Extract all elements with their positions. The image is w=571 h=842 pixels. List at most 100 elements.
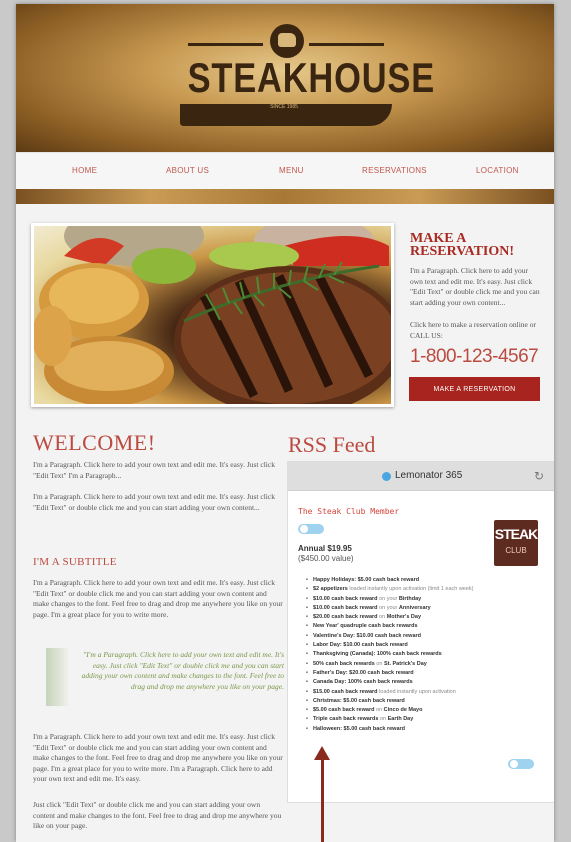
reward-item-lead: $20.00 cash back reward [313,614,378,621]
reward-item-detail: loaded instantly upon activation [377,688,456,695]
reward-item-lead: Canada Day: 100% cash back rewards [313,679,413,686]
subtitle-paragraph-4: Just click "Edit Text" or double click m… [33,800,282,830]
welcome-paragraph-2: I'm a Paragraph. Click here to add your … [33,492,275,512]
quote-block: "I'm a Paragraph. Click here to add your… [46,648,288,708]
toggle-dot [510,760,518,768]
reward-item-lead: Halloween: $5.00 cash back reward [313,725,406,732]
reward-item-lead: Thanksgiving (Canada): 100% cash back re… [313,651,442,658]
reservation-call-text: Click here to make a reservation online … [410,320,536,340]
quote-bar [46,648,68,706]
reward-item-occasion: Earth Day [387,716,414,723]
reward-item-occasion: Anniversary [398,604,431,611]
phone-number[interactable]: 1-800-123-4567 [410,346,539,368]
reward-item: Christmas: $5.00 cash back reward [306,697,542,707]
reward-item-occasion: Birthday [398,595,422,602]
reward-item: Happy Holidays: $5.00 cash back reward [306,576,542,586]
rewards-list: Happy Holidays: $5.00 cash back reward $2… [306,576,542,734]
subtitle-paragraph-3: I'm a Paragraph. Click here to add your … [33,732,283,783]
welcome-paragraph-1: I'm a Paragraph. Click here to add your … [33,460,275,480]
hero-image-frame [31,223,394,407]
steak-club-logo-sub: CLUB [505,546,527,555]
reservation-heading-line2: RESERVATION! [410,244,515,259]
arrow-shaft [321,758,324,842]
reward-item: Father's Day: $20.00 cash back reward [306,669,542,679]
reward-item: Canada Day: 100% cash back rewards [306,678,542,688]
reward-item-lead: $2 appetizers [313,586,348,593]
subtitle-heading: I'M A SUBTITLE [33,556,117,568]
reward-item: New Year' quadruple cash back rewards [306,622,542,632]
reward-item-detail: on your [377,604,399,611]
page: STEAKHOUSE SINCE 1985 HOME ABOUT US MENU… [16,4,554,842]
gold-strip [16,189,554,204]
reward-item: Valentine's Day: $10.00 cash back reward [306,632,542,642]
header-banner: STEAKHOUSE SINCE 1985 [16,4,554,152]
reward-item-detail: on [377,614,387,621]
club-value: ($450.00 value) [298,554,354,563]
reservation-heading: MAKE A RESERVATION! [410,232,550,259]
logo-title: STEAKHOUSE [187,54,435,101]
steak-photo[interactable] [34,226,391,404]
nav-home[interactable]: HOME [72,166,97,175]
club-price: Annual $19.95 [298,544,352,553]
steak-club-logo: STEAK CLUB [494,520,538,566]
reward-item-lead: Valentine's Day: $10.00 cash back reward [313,632,422,639]
reward-item: $10.00 cash back reward on your Annivers… [306,604,542,614]
reward-item: Labor Day: $10.00 cash back reward [306,641,542,651]
share-toggle-icon[interactable] [298,524,324,534]
reward-item: Thanksgiving (Canada): 100% cash back re… [306,650,542,660]
reward-item-lead: $15.00 cash back reward [313,688,378,695]
bull-icon [278,33,296,47]
nav-about-us[interactable]: ABOUT US [166,166,209,175]
reward-item-lead: Labor Day: $10.00 cash back reward [313,642,408,649]
nav-location[interactable]: LOCATION [476,166,519,175]
reward-item-lead: Christmas: $5.00 cash back reward [313,697,405,704]
rss-feed-bar: Lemonator 365 ↻ [288,462,554,491]
logo-since: SINCE 1985 [270,104,298,110]
refresh-icon[interactable]: ↻ [534,469,544,483]
logo-bull-emblem [270,24,304,58]
logo-rule-left [188,43,263,46]
reward-item-lead: $5.00 cash back reward [313,707,375,714]
nav-menu[interactable]: MENU [279,166,304,175]
steak-club-logo-text: STEAK [494,526,538,542]
make-reservation-button[interactable]: MAKE A RESERVATION [409,377,540,401]
toggle-dot [300,525,308,533]
quote-text: "I'm a Paragraph. Click here to add your… [81,650,284,691]
reward-item-lead: New Year' quadruple cash back rewards [313,623,418,630]
reward-item-lead: Happy Holidays: $5.00 cash back reward [313,577,420,583]
reward-item: Halloween: $5.00 cash back reward [306,725,542,735]
reward-item-lead: Father's Day: $20.00 cash back reward [313,669,414,676]
welcome-heading: WELCOME! [33,430,156,455]
reward-item: $2 appetizers loaded instantly upon acti… [306,585,542,595]
reward-item-lead: $10.00 cash back reward [313,595,378,602]
reward-item: $10.00 cash back reward on your Birthday [306,595,542,605]
reward-item-detail: on [374,707,384,714]
reward-item: 50% cash back rewards on St. Patrick's D… [306,660,542,670]
share-toggle-icon-bottom[interactable] [508,759,534,769]
reward-item-lead: 50% cash back rewards [313,660,375,667]
steak-illustration [34,226,391,404]
reward-item: $15.00 cash back reward loaded instantly… [306,688,542,698]
reward-item-detail: on [374,660,384,667]
reward-item-detail: on [378,716,388,723]
reward-item-detail: on your [377,595,399,602]
reward-item: Triple cash back rewards on Earth Day [306,715,542,725]
reward-item-lead: $10.00 cash back reward [313,604,378,611]
reservation-text: I'm a Paragraph. Click here to add your … [410,266,540,307]
steakhouse-logo[interactable]: STEAKHOUSE SINCE 1985 [166,18,435,138]
subtitle-paragraph: I'm a Paragraph. Click here to add your … [33,578,283,619]
main-nav: HOME ABOUT US MENU RESERVATIONS LOCATION [16,152,554,190]
feed-dot-icon [382,472,391,481]
club-title[interactable]: The Steak Club Member [298,507,399,516]
reward-item: $20.00 cash back reward on Mother's Day [306,613,542,623]
nav-reservations[interactable]: RESERVATIONS [362,166,427,175]
logo-rule-right [309,43,384,46]
rss-heading: RSS Feed [288,432,376,457]
reward-item-occasion: St. Patrick's Day [383,660,427,667]
reward-item-occasion: Mother's Day [386,614,422,621]
reward-item-lead: Triple cash back rewards [313,716,379,723]
reward-item: $5.00 cash back reward on Cinco de Mayo [306,706,542,716]
feed-name[interactable]: Lemonator 365 [395,470,462,481]
reward-item-detail: loaded instantly upon activation (limit … [347,586,474,593]
reward-item-occasion: Cinco de Mayo [383,707,423,714]
